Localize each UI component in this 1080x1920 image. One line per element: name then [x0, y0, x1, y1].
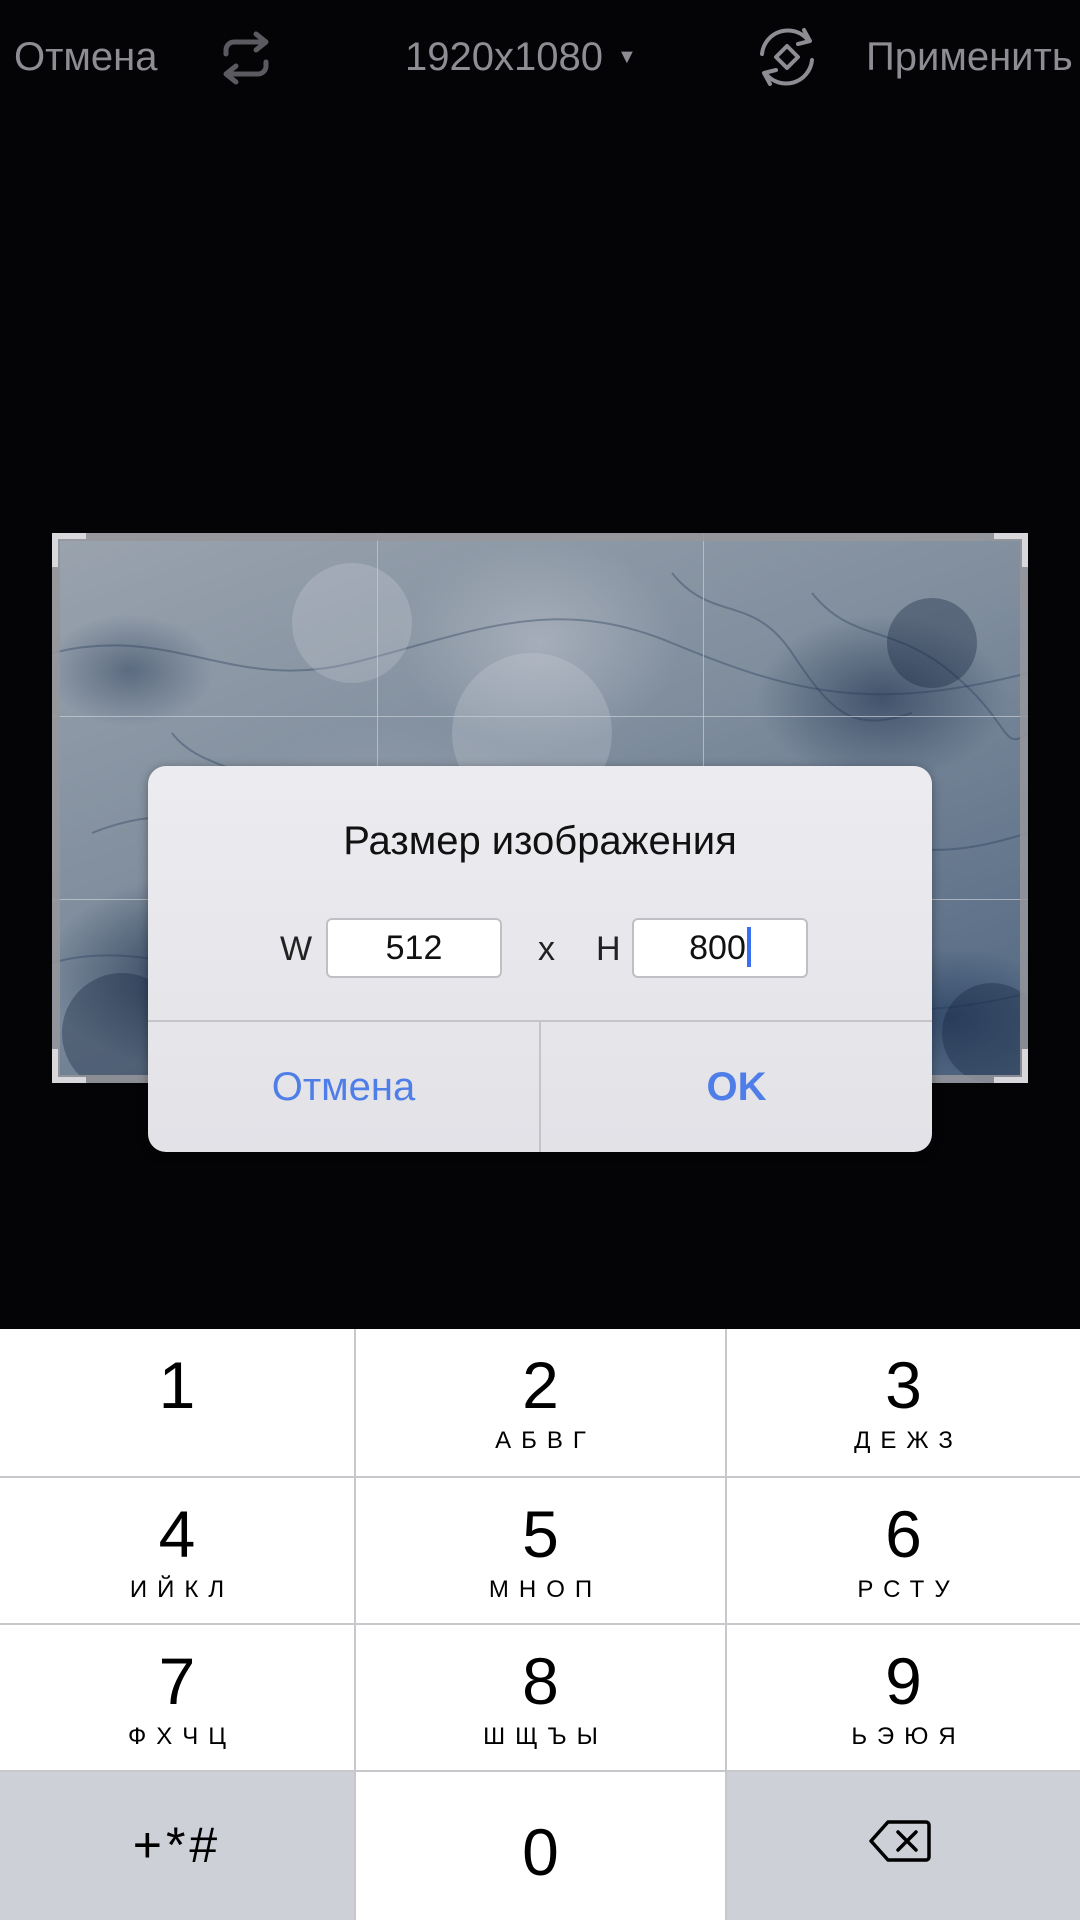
size-separator: x: [538, 930, 555, 968]
backspace-icon: [868, 1818, 932, 1864]
key-letters: ЬЭЮЯ: [851, 1723, 966, 1750]
key-letters: ФХЧЦ: [127, 1723, 236, 1750]
key-digit: 7: [158, 1644, 196, 1718]
crop-editor-screen: Отмена 1920x1080 ▼ Применить Размер изоб…: [0, 0, 1080, 1920]
key-6[interactable]: 6 РСТУ: [727, 1478, 1080, 1623]
key-1[interactable]: 1: [0, 1329, 354, 1476]
symbols-label: +*#: [132, 1817, 222, 1873]
key-digit: 9: [885, 1644, 922, 1718]
key-digit: 1: [158, 1348, 196, 1422]
toolbar-apply-button[interactable]: Применить: [866, 30, 1073, 84]
height-input[interactable]: 800: [632, 918, 808, 978]
text-cursor: [746, 927, 751, 968]
width-input[interactable]: 512: [326, 918, 502, 978]
key-4[interactable]: 4 ИЙКЛ: [0, 1478, 354, 1623]
key-8[interactable]: 8 ШЩЪЫ: [356, 1625, 725, 1770]
key-digit: 0: [522, 1815, 559, 1889]
key-2[interactable]: 2 АБВГ: [356, 1329, 725, 1476]
toolbar-cancel-button[interactable]: Отмена: [14, 30, 158, 84]
dialog-title: Размер изображения: [343, 819, 737, 863]
crop-handle-bottom-right[interactable]: [994, 1049, 1028, 1083]
key-0[interactable]: 0: [356, 1772, 725, 1920]
key-7[interactable]: 7 ФХЧЦ: [0, 1625, 354, 1770]
dialog-cancel-button[interactable]: Отмена: [148, 1022, 539, 1152]
key-digit: 5: [522, 1497, 559, 1571]
keypad-divider: [0, 1770, 1080, 1772]
chevron-down-icon: ▼: [616, 46, 637, 68]
key-digit: 8: [522, 1644, 559, 1718]
dialog-ok-button[interactable]: OK: [541, 1022, 932, 1152]
keypad-divider: [0, 1623, 1080, 1625]
key-9[interactable]: 9 ЬЭЮЯ: [727, 1625, 1080, 1770]
image-size-dialog: Размер изображения W 512 x H 800 Отмена …: [148, 766, 932, 1152]
key-5[interactable]: 5 МНОП: [356, 1478, 725, 1623]
key-digit: 2: [522, 1348, 559, 1422]
height-input-value: 800: [689, 929, 746, 967]
crop-handle-top-left[interactable]: [52, 533, 86, 567]
key-digit: 4: [158, 1497, 196, 1571]
size-preset-dropdown[interactable]: 1920x1080 ▼: [405, 30, 637, 84]
key-digit: 6: [885, 1497, 922, 1571]
rotate-icon[interactable]: [748, 24, 826, 90]
key-3[interactable]: 3 ДЕЖЗ: [727, 1329, 1080, 1476]
top-toolbar: Отмена 1920x1080 ▼ Применить: [0, 0, 1080, 116]
width-prefix-label: W: [280, 930, 313, 968]
key-letters: ДЕЖЗ: [854, 1427, 963, 1454]
crop-handle-top-right[interactable]: [994, 533, 1028, 567]
key-digit: 3: [885, 1348, 922, 1422]
size-preset-label: 1920x1080: [405, 35, 603, 79]
key-letters: РСТУ: [857, 1576, 960, 1603]
key-symbols[interactable]: +*#: [0, 1772, 354, 1920]
key-letters: ИЙКЛ: [129, 1576, 235, 1603]
keypad-divider: [0, 1476, 1080, 1478]
key-letters: ШЩЪЫ: [483, 1723, 608, 1750]
size-fields-row: W 512 x H 800: [148, 918, 932, 980]
height-prefix-label: H: [596, 930, 621, 968]
crop-handle-bottom-left[interactable]: [52, 1049, 86, 1083]
key-letters: АБВГ: [495, 1427, 596, 1454]
key-letters: МНОП: [488, 1576, 603, 1603]
flip-icon[interactable]: [214, 28, 278, 88]
